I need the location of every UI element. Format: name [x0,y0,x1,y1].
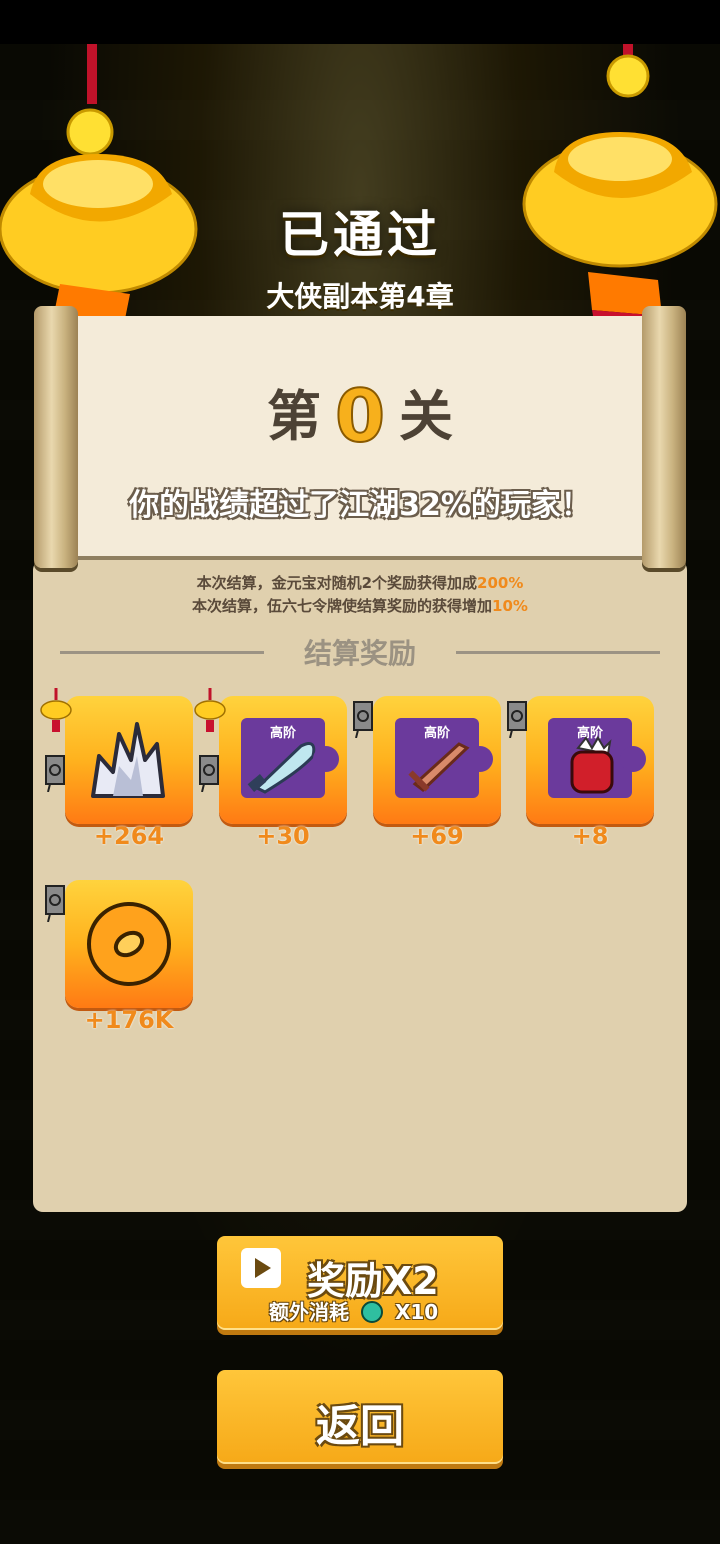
stage-prefix: 第 [266,385,321,448]
token-badge-icon [45,755,65,792]
stage-number: 0 [334,373,386,459]
puzzle-piece: 高阶 [241,718,339,798]
bonus-note-token: 本次结算，伍六七令牌使结算奖励的获得增加10% [0,595,720,616]
puzzle-piece: 高阶 [548,718,646,798]
reward-item[interactable]: +264 [65,696,193,850]
token-badge-icon [199,755,219,792]
sword-puzzle-icon [408,742,470,792]
result-title: 已通过 [279,206,441,264]
cost-amount: X10 [394,1300,439,1324]
record-text: 你的战绩超过了江湖32%的玩家！ [129,488,591,523]
reward-amount: +30 [256,822,310,850]
double-reward-button[interactable]: 奖励X2 额外消耗 X10 [217,1236,503,1330]
jade-gem-icon [360,1301,383,1323]
blade-puzzle-icon [247,742,316,794]
reward-amount: +69 [410,822,464,850]
bonus-note-token-text: 本次结算，伍六七令牌使结算奖励的获得增加 [192,597,493,615]
cost-label: 额外消耗 [269,1300,349,1324]
reward-item[interactable]: 高阶 +8 [526,696,654,850]
bonus-note-ingot-text: 本次结算，金元宝对随机2个奖励获得加成 [196,574,478,592]
token-badge-icon [45,885,65,922]
status-bar [0,0,720,44]
puzzle-piece: 高阶 [395,718,493,798]
reward-amount: +264 [93,822,165,850]
reward-item[interactable]: 高阶 +30 [219,696,347,850]
back-button[interactable]: 返回 [217,1370,503,1464]
play-video-icon [241,1248,281,1288]
scroll-rod-left [34,306,78,568]
token-badge-icon [507,701,527,738]
scroll-rod-right [642,306,686,568]
gold-ingot-badge-icon [194,688,226,732]
bonus-note-ingot-value: 200% [477,574,524,592]
chapter-subtitle: 大侠副本第4章 [266,280,454,313]
crystal-icon [91,722,165,798]
coin-icon [87,902,171,986]
stage-label: 第0关 [76,372,644,459]
gold-ingot-badge-icon [40,688,72,732]
bonus-note-ingot: 本次结算，金元宝对随机2个奖励获得加成200% [0,572,720,593]
glove-puzzle-icon [570,736,614,794]
token-badge-icon [353,701,373,738]
double-reward-cost: 额外消耗 X10 [269,1296,438,1325]
back-label: 返回 [316,1401,404,1452]
reward-item[interactable]: +176K [65,880,193,1034]
reward-amount: +8 [571,822,609,850]
rewards-section-title: 结算奖励 [303,637,416,670]
stage-suffix: 关 [399,385,454,448]
reward-amount: +176K [84,1006,174,1034]
reward-item[interactable]: 高阶 +69 [373,696,501,850]
bonus-note-token-value: 10% [492,597,528,615]
